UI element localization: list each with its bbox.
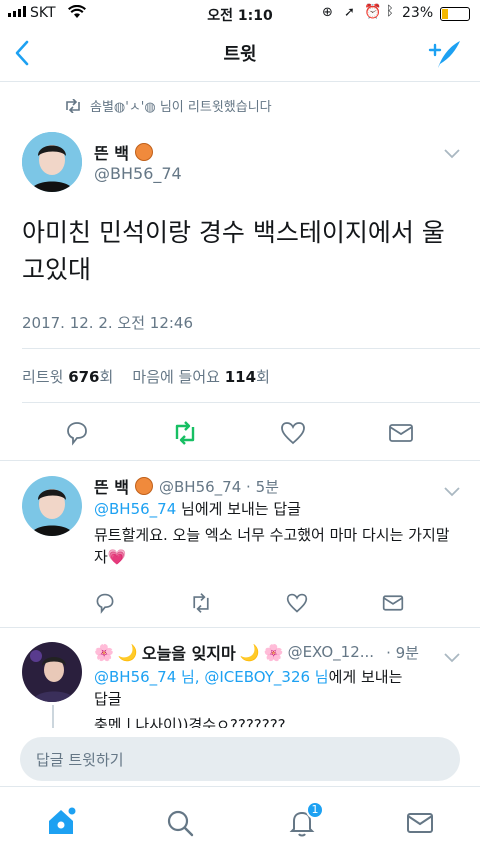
author-name[interactable]: 뜬 백	[94, 474, 129, 498]
retweet-button-icon[interactable]	[190, 592, 212, 618]
pink-heart-icon: 💗	[107, 548, 127, 566]
messages-tab-icon[interactable]	[406, 811, 434, 839]
moon-icon: 🌙	[239, 642, 260, 662]
mention-link[interactable]: @BH56_74	[94, 500, 176, 518]
tweet-timestamp: 2017. 12. 2. 오전 12:46	[22, 314, 194, 332]
avatar[interactable]	[22, 476, 82, 536]
tweet-stats: 리트윗 676회 마음에 들어요 114회	[22, 366, 270, 387]
retweet-button-icon[interactable]	[172, 420, 198, 450]
status-bar: SKT 오전 1:10 ⊕ ➚ ⏰ ᛒ 23%	[0, 0, 480, 28]
rotation-lock-icon: ⊕	[322, 5, 333, 20]
retweet-stat[interactable]: 리트윗 676회	[22, 368, 113, 386]
battery-percent: 23%	[402, 5, 434, 21]
page-title: 트윗	[223, 44, 257, 65]
tweet-text: 아미친 민석이랑 경수 백스테이지에서 울고있대	[22, 218, 445, 284]
flower-icon: 🌸	[94, 642, 114, 662]
divider	[0, 627, 480, 628]
direct-message-icon[interactable]	[382, 592, 404, 618]
flower-icon: 🌸	[263, 642, 284, 662]
retweet-notice-text: 솜별◍'ㅅ'◍ 님이 리트윗했습니다	[90, 100, 272, 115]
home-tab-icon[interactable]	[46, 807, 76, 841]
retweet-notice[interactable]: 솜별◍'ㅅ'◍ 님이 리트윗했습니다	[64, 96, 272, 115]
tweet-options-chevron-icon[interactable]	[444, 648, 460, 667]
author-name[interactable]: 뜬 백	[94, 140, 129, 164]
reply-author-line: 🌸 🌙 오늘을 잊지마 🌙 🌸 @EXO_12... · 9분	[94, 640, 434, 664]
like-stat[interactable]: 마음에 들어요 114회	[132, 368, 269, 386]
moon-icon: 🌙	[117, 642, 138, 662]
reply-text: 뮤트할게요. 오늘 엑소 너무 수고했어 마마 다시는 가지말자💗	[94, 526, 450, 566]
reply-author-line: 뜬 백 @BH56_74 · 5분	[94, 474, 279, 498]
location-icon: ➚	[344, 5, 355, 20]
battery-icon	[440, 7, 470, 21]
retweet-icon	[66, 98, 80, 113]
divider	[0, 460, 480, 461]
basketball-emoji-icon	[135, 143, 154, 161]
divider	[22, 402, 480, 403]
mention-link[interactable]: @BH56_74 님, @ICEBOY_326 님	[94, 668, 329, 686]
author-handle[interactable]: @BH56_74	[94, 164, 182, 183]
reply-icon[interactable]	[64, 420, 90, 450]
avatar[interactable]	[22, 642, 82, 702]
avatar[interactable]	[22, 132, 82, 192]
author-handle: @EXO_12...	[287, 643, 375, 661]
reply-icon[interactable]	[94, 592, 116, 618]
tab-bar: 1	[0, 786, 480, 854]
author-name[interactable]: 오늘을 잊지마	[142, 640, 236, 664]
author-line: 뜬 백	[94, 140, 154, 164]
like-heart-icon[interactable]	[280, 420, 306, 450]
like-heart-icon[interactable]	[286, 592, 308, 618]
bluetooth-icon: ᛒ	[386, 4, 394, 19]
basketball-emoji-icon	[135, 477, 154, 495]
direct-message-icon[interactable]	[388, 420, 414, 450]
replying-to: @BH56_74 님, @ICEBOY_326 님에게 보내는 답글	[94, 668, 403, 708]
author-handle-time: @BH56_74 · 5분	[159, 477, 279, 496]
tweet-time: · 9분	[386, 643, 419, 662]
tweet-options-chevron-icon[interactable]	[444, 144, 460, 163]
divider	[22, 348, 480, 349]
reply-compose-input[interactable]: 답글 트윗하기	[20, 737, 460, 781]
search-tab-icon[interactable]	[166, 809, 194, 841]
compose-tweet-button[interactable]	[426, 38, 462, 74]
navigation-bar: 트윗	[0, 28, 480, 82]
alarm-icon: ⏰	[364, 4, 382, 20]
replying-to: @BH56_74 님에게 보내는 답글	[94, 500, 301, 518]
notification-badge: 1	[306, 801, 324, 819]
